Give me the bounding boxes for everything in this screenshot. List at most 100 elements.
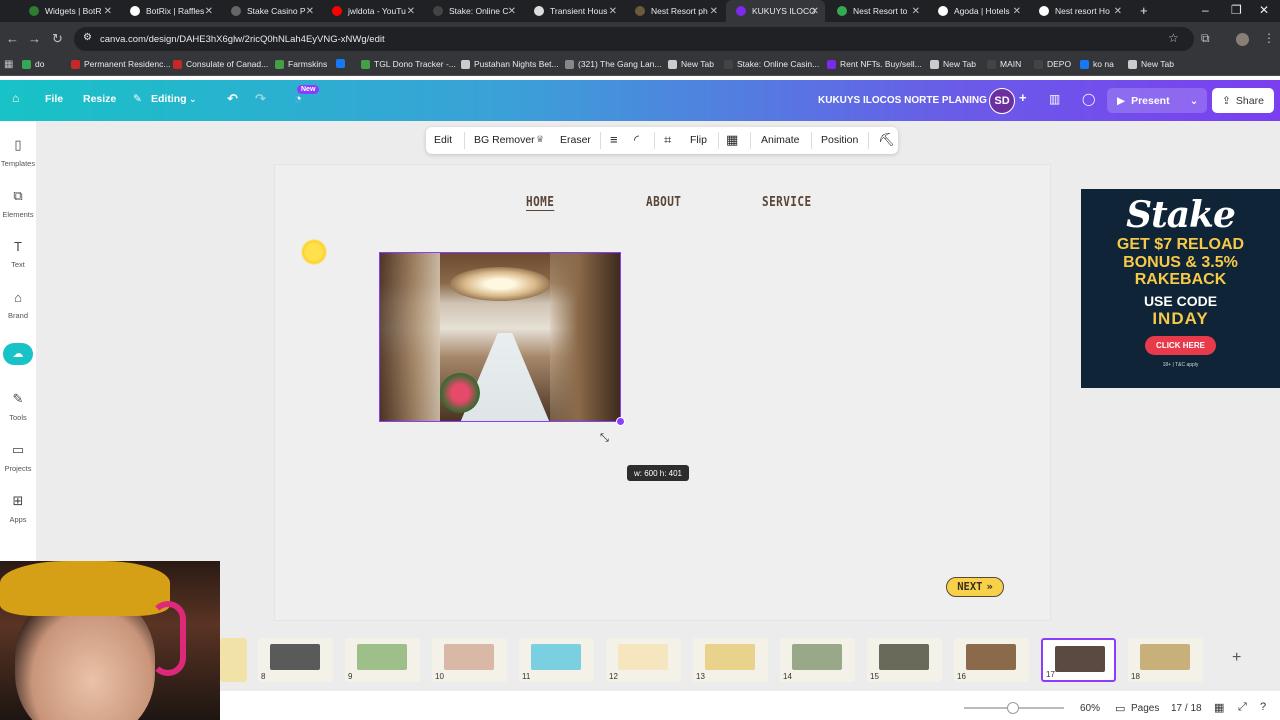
close-window-icon[interactable]: ✕ (1259, 3, 1269, 17)
sun-graphic[interactable] (301, 239, 327, 265)
rail-item-templates[interactable]: ▯ Templates (0, 137, 36, 168)
avatar[interactable]: SD (989, 88, 1015, 114)
present-button[interactable]: ▶ Present ⌄ (1107, 88, 1207, 113)
nav-about[interactable]: ABOUT (646, 195, 681, 210)
page-thumbnail[interactable]: 16 (954, 638, 1029, 682)
thumbnail-partial[interactable] (220, 638, 247, 682)
extensions-icon[interactable]: ⧉ (1201, 31, 1210, 46)
forward-icon[interactable]: → (28, 31, 41, 46)
rail-item-magic[interactable]: ☁ (0, 343, 36, 365)
browser-tab[interactable]: Nest Resort to ✕ (827, 0, 926, 22)
rail-item-brand[interactable]: ⌂ Brand (0, 290, 36, 320)
page-thumbnail[interactable]: 15 (867, 638, 942, 682)
browser-tab[interactable]: jwldota - YouTu ✕ (322, 0, 421, 22)
browser-tab[interactable]: Nest resort Ho ✕ (1029, 0, 1128, 22)
tab-close-icon[interactable]: ✕ (912, 6, 920, 17)
chevron-down-icon[interactable]: ⌄ (1190, 95, 1199, 107)
crop-icon[interactable]: ⌗ (664, 132, 671, 148)
page-thumbnail[interactable]: 18 (1128, 638, 1203, 682)
animate-button[interactable]: Animate (761, 134, 800, 146)
maximize-icon[interactable]: ❐ (1231, 3, 1242, 17)
rail-item-projects[interactable]: ▭ Projects (0, 442, 36, 473)
bookmark-item[interactable]: Pustahan Nights Bet... (461, 59, 559, 69)
bookmark-item[interactable]: ko na (1080, 59, 1114, 69)
tab-close-icon[interactable]: ✕ (104, 6, 112, 17)
pages-button[interactable]: Pages (1131, 703, 1159, 714)
redo-icon[interactable]: ↷ (255, 91, 266, 107)
page-thumbnail[interactable]: 14 (780, 638, 855, 682)
tab-close-icon[interactable]: ✕ (205, 6, 213, 17)
bg-remover-button[interactable]: BG Remover (474, 134, 535, 146)
page-thumbnail[interactable]: 11 (519, 638, 594, 682)
bookmark-item[interactable]: TGL Dono Tracker -... (361, 59, 456, 69)
fullscreen-icon[interactable]: ⤢ (1238, 701, 1247, 714)
add-page-icon[interactable]: + (1232, 649, 1241, 667)
bookmark-item[interactable]: New Tab (930, 59, 976, 69)
site-info-icon[interactable]: ⚙ (83, 32, 92, 43)
resize-handle[interactable] (616, 417, 625, 426)
nav-home[interactable]: HOME (526, 195, 554, 210)
file-menu[interactable]: File (45, 93, 63, 105)
page-thumbnail[interactable]: 13 (693, 638, 768, 682)
editing-mode-button[interactable]: Editing (151, 93, 187, 105)
ad-click-here-button[interactable]: CLICK HERE (1145, 335, 1216, 355)
home-icon[interactable]: ⌂ (12, 91, 19, 105)
bookmark-item[interactable]: Stake: Online Casin... (724, 59, 819, 69)
restaurant-photo[interactable] (379, 252, 621, 422)
flip-button[interactable]: Flip (690, 134, 707, 146)
bookmark-item[interactable]: do (22, 59, 44, 69)
browser-tab[interactable]: BotRix | Raffles ✕ (120, 0, 219, 22)
tab-close-icon[interactable]: ✕ (306, 6, 314, 17)
tab-close-icon[interactable]: ✕ (508, 6, 516, 17)
bookmark-item[interactable]: Farmskins (275, 59, 327, 69)
url-input[interactable]: ⚙ canva.com/design/DAHE3hX6glw/2ricQ0hNL… (74, 27, 1194, 51)
browser-tab[interactable]: Widgets | BotR ✕ (19, 0, 118, 22)
browser-tab[interactable]: KUKUYS ILOCO ✕ (726, 0, 825, 22)
transparency-icon[interactable]: ▦ (726, 132, 738, 148)
page-thumbnail[interactable]: 8 (258, 638, 333, 682)
bookmark-item[interactable]: DEPO (1034, 59, 1071, 69)
tab-close-icon[interactable]: ✕ (609, 6, 617, 17)
undo-icon[interactable]: ↶ (227, 91, 238, 107)
page-thumbnail[interactable]: 9 (345, 638, 420, 682)
add-collaborator-icon[interactable]: + (1019, 90, 1027, 105)
tab-close-icon[interactable]: ✕ (1013, 6, 1021, 17)
corner-rounding-icon[interactable]: ◜ (634, 132, 639, 148)
bookmark-item[interactable]: New Tab (668, 59, 714, 69)
insights-icon[interactable]: ▥ (1049, 92, 1060, 106)
copy-style-icon[interactable]: ⛏ (878, 132, 895, 148)
tab-close-icon[interactable]: ✕ (710, 6, 718, 17)
profile-avatar[interactable] (1236, 33, 1249, 46)
bookmark-item[interactable]: Permanent Residenc... (71, 59, 170, 69)
bookmark-item[interactable] (336, 59, 349, 68)
bookmark-item[interactable]: (321) The Gang Lan... (565, 59, 661, 69)
eraser-button[interactable]: Eraser (560, 134, 591, 146)
page-thumbnail[interactable]: 12 (606, 638, 681, 682)
bookmark-item[interactable]: Consulate of Canad... (173, 59, 268, 69)
page-thumbnail[interactable]: 17 (1041, 638, 1116, 682)
tab-close-icon[interactable]: ✕ (811, 6, 819, 17)
nav-service[interactable]: SERVICE (762, 195, 812, 210)
stake-ad-banner[interactable]: Stake GET $7 RELOAD BONUS & 3.5% RAKEBAC… (1081, 189, 1280, 388)
border-style-icon[interactable]: ≡ (610, 132, 618, 147)
browser-tab[interactable]: Stake Casino P ✕ (221, 0, 320, 22)
browser-tab[interactable]: Transient Hous ✕ (524, 0, 623, 22)
tab-close-icon[interactable]: ✕ (1114, 6, 1122, 17)
design-title[interactable]: KUKUYS ILOCOS NORTE PLANING (818, 95, 987, 106)
help-icon[interactable]: ? (1260, 701, 1266, 713)
position-button[interactable]: Position (821, 134, 858, 146)
apps-grid-icon[interactable]: ▦ (4, 59, 13, 70)
next-button[interactable]: NEXT » (946, 577, 1004, 597)
zoom-slider-thumb[interactable] (1007, 702, 1019, 714)
tab-close-icon[interactable]: ✕ (407, 6, 415, 17)
edit-button[interactable]: Edit (434, 134, 452, 146)
reload-icon[interactable]: ↻ (52, 31, 63, 47)
zoom-level[interactable]: 60% (1080, 703, 1100, 714)
resize-button[interactable]: Resize (83, 93, 116, 105)
rail-item-tools[interactable]: ✎ Tools (0, 391, 36, 422)
browser-tab[interactable]: Agoda | Hotels ✕ (928, 0, 1027, 22)
share-button[interactable]: ⇪ Share (1212, 88, 1274, 113)
new-tab-icon[interactable]: + (1140, 3, 1148, 18)
bookmark-item[interactable]: New Tab (1128, 59, 1174, 69)
more-menu-icon[interactable]: ⋮ (1263, 31, 1275, 45)
